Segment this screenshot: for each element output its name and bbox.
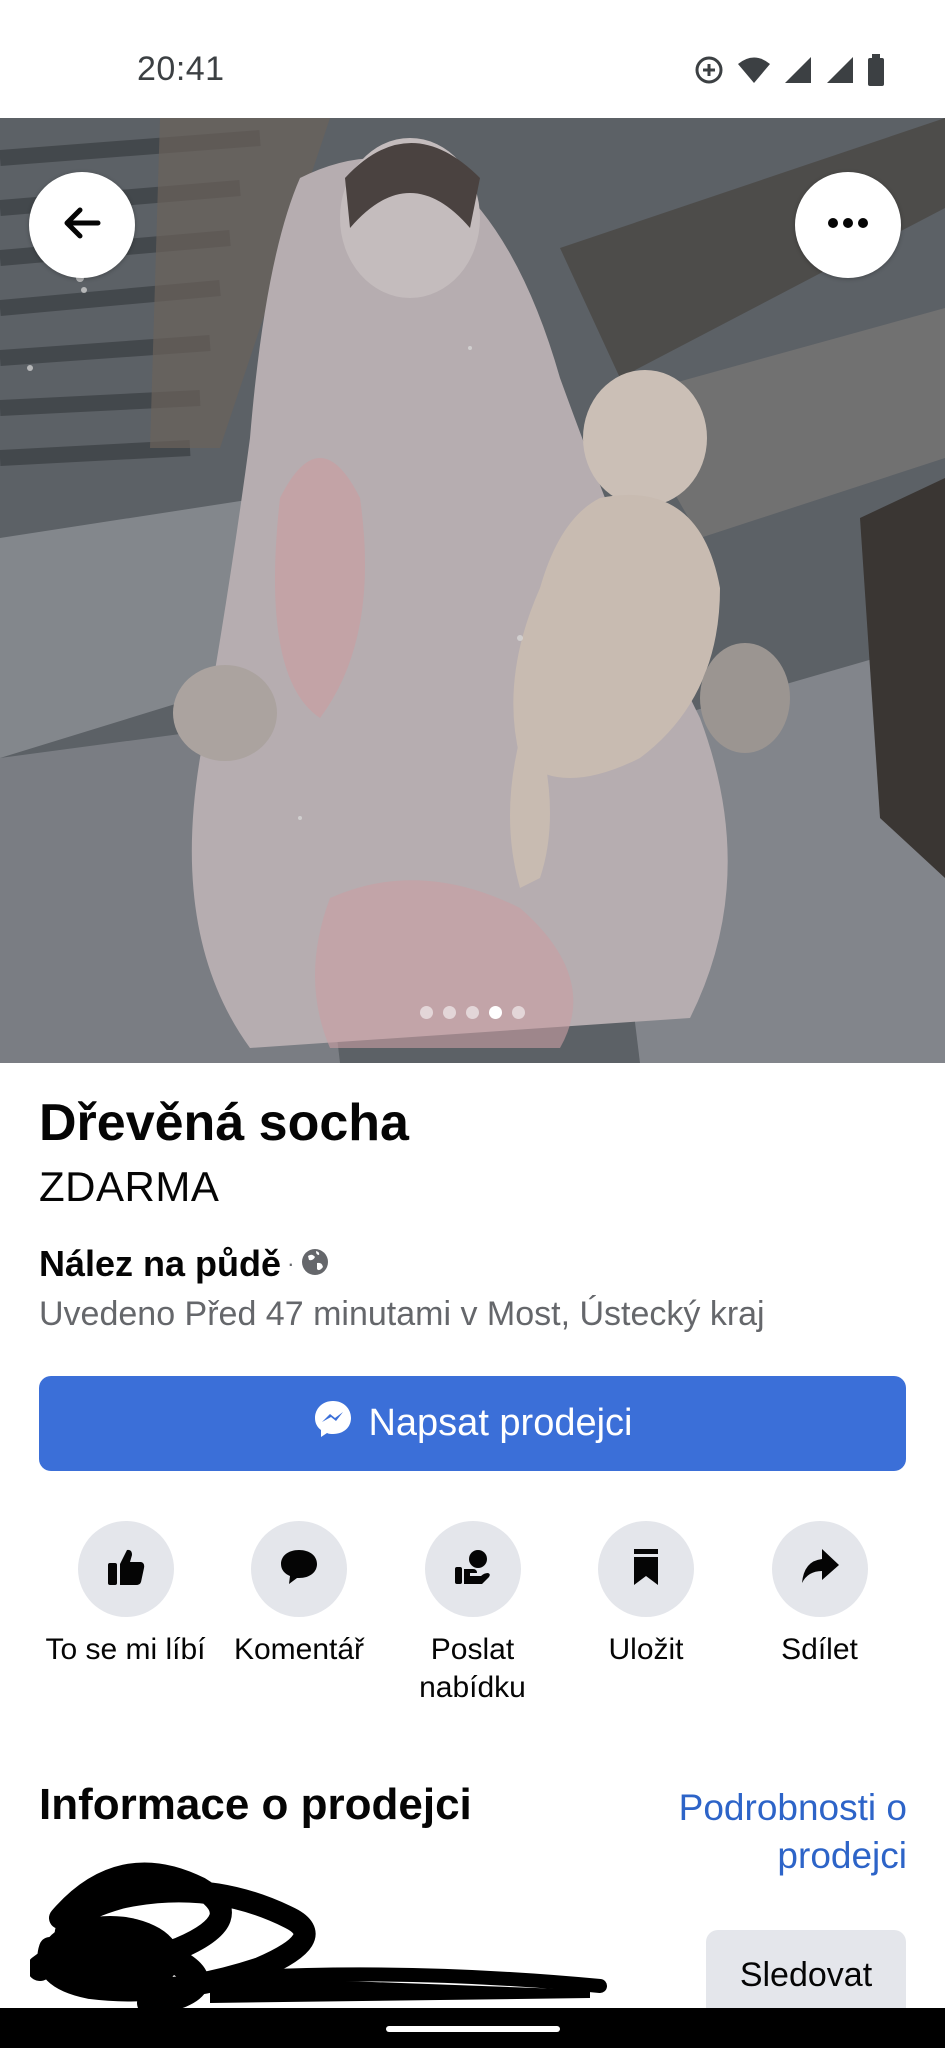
globe-icon — [300, 1247, 330, 1282]
listing-title: Dřevěná socha — [39, 1094, 409, 1152]
comment-label: Komentář — [233, 1633, 365, 1666]
like-icon — [104, 1545, 148, 1594]
carousel-dot[interactable] — [512, 1006, 525, 1019]
follow-button[interactable]: Sledovat — [706, 1930, 906, 2020]
more-options-button[interactable] — [795, 172, 901, 278]
carousel-dot[interactable] — [443, 1006, 456, 1019]
status-time: 20:41 — [137, 50, 225, 88]
arrow-left-icon — [60, 201, 104, 250]
carousel-dot-active[interactable] — [489, 1006, 502, 1019]
carousel-dot[interactable] — [420, 1006, 433, 1019]
battery-icon — [867, 54, 885, 86]
more-dots-icon — [826, 216, 870, 234]
share-button-circle[interactable] — [771, 1521, 868, 1617]
share-icon — [798, 1545, 842, 1594]
separator: · — [287, 1251, 295, 1276]
redacted-seller-scribble — [30, 1862, 607, 2008]
send-offer-label: Poslat nabídku — [419, 1633, 526, 1704]
signal-icon — [783, 55, 813, 85]
listing-photo[interactable] — [0, 118, 945, 1063]
listing-subtitle-row: Nález na půdě · — [39, 1243, 330, 1285]
send-offer-button-circle[interactable] — [424, 1521, 521, 1617]
data-saver-icon — [693, 54, 725, 86]
action-row: To se mi líbí Komentář Poslat nabídku Ul… — [39, 1521, 906, 1707]
signal-icon — [825, 55, 855, 85]
share-label: Sdílet — [781, 1633, 858, 1666]
like-button-circle[interactable] — [77, 1521, 174, 1617]
save-button[interactable]: Uložit — [560, 1521, 733, 1707]
bookmark-icon — [624, 1545, 668, 1594]
offer-icon — [451, 1545, 495, 1594]
comment-button-circle[interactable] — [251, 1521, 347, 1617]
like-label: To se mi líbí — [45, 1633, 206, 1666]
wifi-icon — [737, 55, 771, 85]
listing-subtitle: Nález na půdě — [39, 1243, 282, 1284]
message-seller-button[interactable]: Napsat prodejci — [39, 1376, 906, 1471]
status-bar: 20:41 — [0, 0, 945, 118]
message-seller-label: Napsat prodejci — [368, 1402, 633, 1444]
messenger-icon — [312, 1398, 354, 1450]
seller-section-title: Informace o prodejci — [39, 1780, 472, 1829]
statue-photo — [0, 118, 945, 1063]
seller-details-link[interactable]: Podrobnosti o prodejci — [587, 1784, 907, 1880]
comment-button[interactable]: Komentář — [213, 1521, 386, 1707]
save-button-circle[interactable] — [598, 1521, 694, 1617]
send-offer-button[interactable]: Poslat nabídku — [386, 1521, 559, 1707]
like-button[interactable]: To se mi líbí — [39, 1521, 212, 1707]
listing-price: ZDARMA — [39, 1163, 220, 1210]
carousel-dot[interactable] — [466, 1006, 479, 1019]
save-label: Uložit — [608, 1633, 684, 1666]
listing-meta: Uvedeno Před 47 minutami v Most, Ústecký… — [39, 1295, 765, 1333]
back-button[interactable] — [29, 172, 135, 278]
carousel-indicator — [0, 1006, 945, 1019]
comment-icon — [277, 1545, 321, 1594]
status-icons — [693, 54, 885, 86]
home-indicator[interactable] — [386, 2026, 560, 2032]
share-button[interactable]: Sdílet — [733, 1521, 906, 1707]
